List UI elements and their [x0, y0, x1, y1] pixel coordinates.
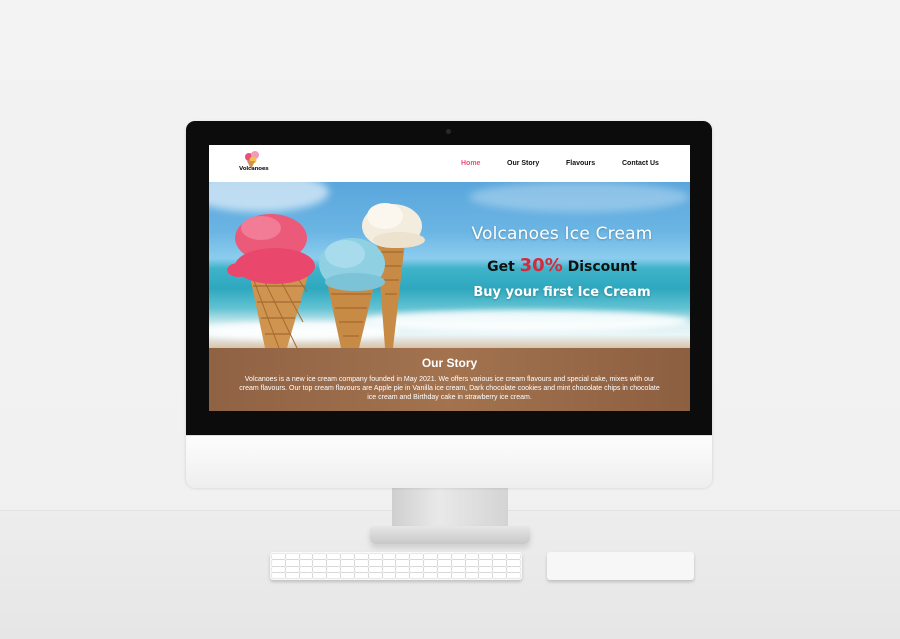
discount-prefix: Get	[487, 259, 515, 275]
keyboard-key	[354, 560, 368, 566]
hero-title: Volcanoes Ice Cream	[471, 224, 653, 244]
keyboard-key	[465, 566, 479, 572]
keyboard-key	[396, 572, 410, 578]
nav-home[interactable]: Home	[461, 160, 480, 167]
nav-our-story[interactable]: Our Story	[507, 160, 539, 167]
keyboard-key	[465, 572, 479, 578]
nav-flavours[interactable]: Flavours	[566, 160, 595, 167]
camera-icon	[446, 129, 451, 134]
hero-banner: Volcanoes Ice Cream Get 30% Discount Buy…	[209, 182, 690, 348]
keyboard-key	[368, 560, 382, 566]
keyboard-key	[493, 572, 507, 578]
keyboard-key	[410, 566, 424, 572]
keyboard-key	[299, 554, 313, 560]
keyboard-key	[327, 560, 341, 566]
hero-discount: Get 30% Discount	[467, 255, 657, 276]
keyboard-key	[465, 554, 479, 560]
keyboard-key	[479, 554, 493, 560]
ice-cream-logo-icon	[245, 151, 259, 169]
keyboard-key	[341, 560, 354, 566]
keyboard-key	[272, 560, 285, 566]
keyboard-key	[341, 554, 354, 560]
keyboard-key	[410, 572, 424, 578]
keyboard-key	[451, 572, 465, 578]
keyboard-key	[410, 554, 424, 560]
keyboard-key	[272, 566, 285, 572]
keyboard-key	[479, 560, 493, 566]
keyboard-key	[382, 566, 396, 572]
keyboard-key	[327, 572, 341, 578]
keyboard-key	[507, 572, 520, 578]
our-story-text: Volcanoes is a new ice cream company fou…	[239, 376, 660, 401]
logo-wordmark: Volcanoes	[239, 166, 269, 172]
keyboard-key	[368, 566, 382, 572]
trackpad	[547, 552, 694, 580]
keyboard-key	[396, 554, 410, 560]
brand-logo[interactable]: Volcanoes	[239, 149, 269, 178]
keyboard-key	[507, 560, 520, 566]
keyboard-key	[299, 566, 313, 572]
keyboard-key	[313, 554, 327, 560]
keyboard-key	[437, 572, 451, 578]
keyboard-key	[382, 560, 396, 566]
monitor-chin	[186, 435, 712, 488]
keyboard-key	[451, 560, 465, 566]
hero-subtitle: Buy your first Ice Cream	[473, 285, 651, 300]
keyboard-key	[451, 554, 465, 560]
keyboard-key	[507, 566, 520, 572]
discount-suffix: Discount	[567, 259, 637, 275]
keyboard-key	[313, 572, 327, 578]
keyboard-key	[424, 572, 437, 578]
keyboard-key	[327, 554, 341, 560]
keyboard	[270, 552, 522, 580]
our-story-heading: Our Story	[421, 356, 478, 370]
our-story-section: Our Story Volcanoes is a new ice cream c…	[209, 348, 690, 411]
keyboard-key	[507, 554, 520, 560]
keyboard-key	[382, 554, 396, 560]
monitor-stand-base	[370, 526, 530, 544]
nav-contact-us[interactable]: Contact Us	[622, 160, 659, 167]
keyboard-key	[479, 566, 493, 572]
keyboard-key	[424, 554, 437, 560]
keyboard-key	[424, 560, 437, 566]
keyboard-key	[285, 572, 299, 578]
monitor-stand	[392, 487, 508, 529]
keyboard-key	[437, 566, 451, 572]
keyboard-key	[493, 560, 507, 566]
keyboard-key	[368, 554, 382, 560]
keyboard-key	[272, 554, 285, 560]
keyboard-key	[299, 560, 313, 566]
keyboard-key	[424, 566, 437, 572]
keyboard-key	[437, 560, 451, 566]
keyboard-key	[299, 572, 313, 578]
keyboard-key	[354, 554, 368, 560]
keyboard-key	[479, 572, 493, 578]
keyboard-key	[437, 554, 451, 560]
discount-value: 30%	[519, 255, 563, 276]
website-screen: Volcanoes Home Our Story Flavours Contac…	[209, 145, 690, 411]
keyboard-key	[410, 560, 424, 566]
keyboard-key	[396, 566, 410, 572]
keyboard-key	[285, 566, 299, 572]
keyboard-key	[272, 572, 285, 578]
keyboard-key	[451, 566, 465, 572]
keyboard-key	[341, 572, 354, 578]
keyboard-key	[396, 560, 410, 566]
keyboard-key	[354, 572, 368, 578]
navbar: Volcanoes Home Our Story Flavours Contac…	[209, 145, 690, 182]
keyboard-key	[354, 566, 368, 572]
keyboard-key	[493, 554, 507, 560]
keyboard-key	[327, 566, 341, 572]
keyboard-key	[285, 560, 299, 566]
keyboard-key	[465, 560, 479, 566]
keyboard-key	[313, 566, 327, 572]
keyboard-key	[313, 560, 327, 566]
keyboard-key	[382, 572, 396, 578]
keyboard-key	[493, 566, 507, 572]
keyboard-key	[368, 572, 382, 578]
keyboard-key	[341, 566, 354, 572]
keyboard-key	[285, 554, 299, 560]
